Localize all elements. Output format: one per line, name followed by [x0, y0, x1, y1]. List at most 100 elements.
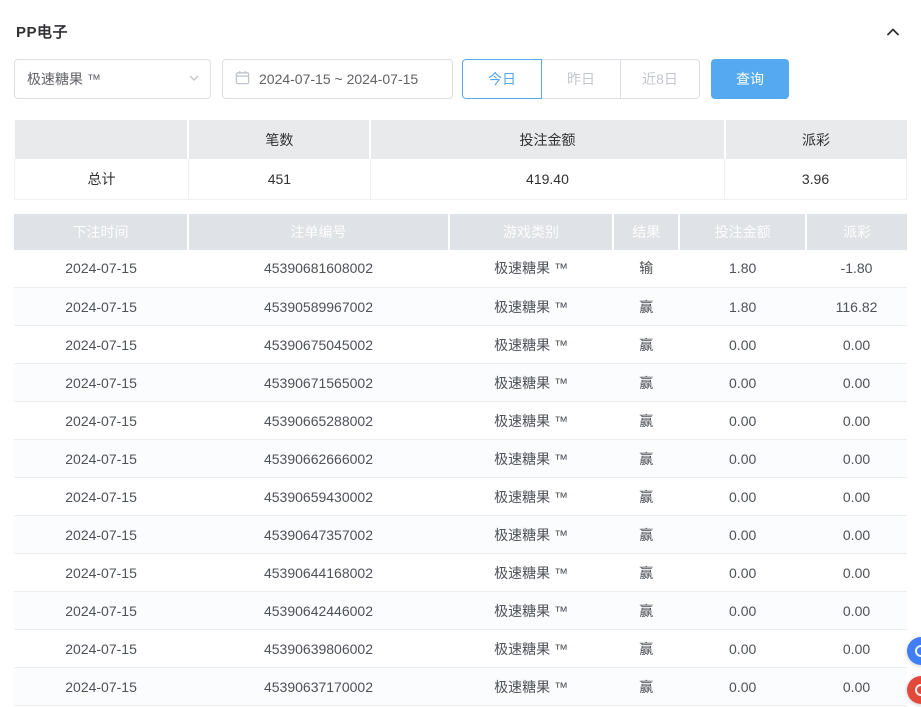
bet-row: 2024-07-1545390671565002极速糖果 ™赢0.000.00	[14, 364, 907, 402]
bet-cell-bet-amount: 0.00	[679, 630, 806, 668]
bet-cell-bet-time: 2024-07-15	[14, 364, 188, 402]
bet-row: 2024-07-1545390637170002极速糖果 ™赢0.000.00	[14, 668, 907, 706]
bet-cell-bet-time: 2024-07-15	[14, 402, 188, 440]
summary-total-row: 总计 451 419.40 3.96	[15, 159, 907, 199]
bet-cell-result: 赢	[613, 440, 679, 478]
game-select-value: 极速糖果 ™	[27, 69, 101, 89]
bet-cell-bet-time: 2024-07-15	[14, 630, 188, 668]
bet-row: 2024-07-1545390639806002极速糖果 ™赢0.000.00	[14, 630, 907, 668]
summary-table: 笔数 投注金额 派彩 总计 451 419.40 3.96	[14, 120, 907, 200]
bet-cell-ticket-id: 45390662666002	[188, 440, 449, 478]
bet-cell-bet-amount: 0.00	[679, 668, 806, 706]
bet-cell-payout: 0.00	[806, 516, 907, 554]
quick-filter-last-8-days[interactable]: 近8日	[620, 59, 700, 99]
bet-cell-bet-amount: 0.00	[679, 554, 806, 592]
bet-cell-game-type: 极速糖果 ™	[449, 250, 613, 288]
bet-cell-result: 输	[613, 250, 679, 288]
bet-cell-ticket-id: 45390659430002	[188, 478, 449, 516]
bet-cell-ticket-id: 45390637170002	[188, 668, 449, 706]
bet-cell-bet-amount: 0.00	[679, 592, 806, 630]
bet-cell-ticket-id: 45390589967002	[188, 288, 449, 326]
bet-cell-bet-amount: 0.00	[679, 440, 806, 478]
bet-cell-game-type: 极速糖果 ™	[449, 516, 613, 554]
bet-cell-bet-time: 2024-07-15	[14, 668, 188, 706]
bet-cell-result: 赢	[613, 630, 679, 668]
bet-cell-ticket-id: 45390671565002	[188, 364, 449, 402]
bet-row: 2024-07-1545390681608002极速糖果 ™输1.80-1.80	[14, 250, 907, 288]
bet-cell-bet-amount: 1.80	[679, 288, 806, 326]
bet-cell-bet-amount: 0.00	[679, 478, 806, 516]
bets-table-body: 2024-07-1545390681608002极速糖果 ™输1.80-1.80…	[14, 250, 907, 706]
bet-cell-ticket-id: 45390665288002	[188, 402, 449, 440]
quick-filter-yesterday[interactable]: 昨日	[541, 59, 621, 99]
chevron-down-icon	[188, 71, 200, 87]
search-button[interactable]: 查询	[711, 59, 789, 99]
panel-header: PP电子	[14, 0, 907, 59]
bet-cell-bet-time: 2024-07-15	[14, 592, 188, 630]
bet-cell-result: 赢	[613, 516, 679, 554]
bet-cell-payout: 116.82	[806, 288, 907, 326]
bet-cell-game-type: 极速糖果 ™	[449, 326, 613, 364]
bet-cell-bet-time: 2024-07-15	[14, 440, 188, 478]
bet-row: 2024-07-1545390589967002极速糖果 ™赢1.80116.8…	[14, 288, 907, 326]
bet-cell-bet-time: 2024-07-15	[14, 478, 188, 516]
bet-cell-result: 赢	[613, 668, 679, 706]
date-range-input[interactable]: 2024-07-15 ~ 2024-07-15	[222, 59, 453, 99]
bet-cell-result: 赢	[613, 326, 679, 364]
bet-cell-payout: 0.00	[806, 554, 907, 592]
bet-row: 2024-07-1545390659430002极速糖果 ™赢0.000.00	[14, 478, 907, 516]
bet-cell-payout: 0.00	[806, 630, 907, 668]
bet-cell-game-type: 极速糖果 ™	[449, 402, 613, 440]
bets-header-payout: 派彩	[806, 214, 907, 250]
bet-cell-bet-amount: 0.00	[679, 402, 806, 440]
bet-cell-payout: 0.00	[806, 668, 907, 706]
bet-cell-payout: 0.00	[806, 364, 907, 402]
collapse-chevron-up-icon[interactable]	[883, 22, 903, 42]
bet-cell-result: 赢	[613, 288, 679, 326]
bet-cell-game-type: 极速糖果 ™	[449, 630, 613, 668]
bet-cell-payout: 0.00	[806, 440, 907, 478]
summary-header-count: 笔数	[188, 120, 370, 159]
bets-header-result: 结果	[613, 214, 679, 250]
summary-header-bet-amount: 投注金额	[370, 120, 724, 159]
bet-cell-bet-time: 2024-07-15	[14, 554, 188, 592]
bet-cell-payout: 0.00	[806, 326, 907, 364]
bet-cell-result: 赢	[613, 554, 679, 592]
bet-cell-bet-time: 2024-07-15	[14, 516, 188, 554]
bet-row: 2024-07-1545390644168002极速糖果 ™赢0.000.00	[14, 554, 907, 592]
bet-cell-payout: -1.80	[806, 250, 907, 288]
bets-header-bet-time: 下注时间	[14, 214, 188, 250]
bets-header-row: 下注时间 注单编号 游戏类别 结果 投注金额 派彩	[14, 214, 907, 250]
bet-cell-bet-amount: 0.00	[679, 516, 806, 554]
bet-row: 2024-07-1545390642446002极速糖果 ™赢0.000.00	[14, 592, 907, 630]
bet-cell-result: 赢	[613, 478, 679, 516]
bet-cell-game-type: 极速糖果 ™	[449, 478, 613, 516]
bet-cell-payout: 0.00	[806, 478, 907, 516]
summary-header-payout: 派彩	[725, 120, 907, 159]
bet-cell-game-type: 极速糖果 ™	[449, 554, 613, 592]
bets-header-bet-amount: 投注金额	[679, 214, 806, 250]
summary-total-bet-amount: 419.40	[370, 159, 724, 199]
summary-total-payout: 3.96	[725, 159, 907, 199]
bet-cell-bet-time: 2024-07-15	[14, 288, 188, 326]
bet-cell-game-type: 极速糖果 ™	[449, 440, 613, 478]
game-select[interactable]: 极速糖果 ™	[14, 59, 211, 99]
bets-header-ticket-id: 注单编号	[188, 214, 449, 250]
bet-cell-ticket-id: 45390681608002	[188, 250, 449, 288]
bet-cell-ticket-id: 45390675045002	[188, 326, 449, 364]
bet-cell-bet-amount: 1.80	[679, 250, 806, 288]
bet-row: 2024-07-1545390647357002极速糖果 ™赢0.000.00	[14, 516, 907, 554]
bet-cell-ticket-id: 45390642446002	[188, 592, 449, 630]
bet-row: 2024-07-1545390675045002极速糖果 ™赢0.000.00	[14, 326, 907, 364]
quick-filter-today[interactable]: 今日	[462, 59, 542, 99]
summary-total-label: 总计	[15, 159, 189, 199]
bet-cell-game-type: 极速糖果 ™	[449, 592, 613, 630]
quick-filter-group: 今日 昨日 近8日	[462, 59, 700, 99]
bet-row: 2024-07-1545390662666002极速糖果 ™赢0.000.00	[14, 440, 907, 478]
bet-cell-ticket-id: 45390644168002	[188, 554, 449, 592]
bet-cell-bet-amount: 0.00	[679, 364, 806, 402]
bet-cell-bet-amount: 0.00	[679, 326, 806, 364]
pp-electronic-panel: PP电子 极速糖果 ™ 2024-07-15 ~ 2024-07-15 今日 昨…	[0, 0, 921, 706]
bet-cell-bet-time: 2024-07-15	[14, 326, 188, 364]
bet-cell-game-type: 极速糖果 ™	[449, 668, 613, 706]
